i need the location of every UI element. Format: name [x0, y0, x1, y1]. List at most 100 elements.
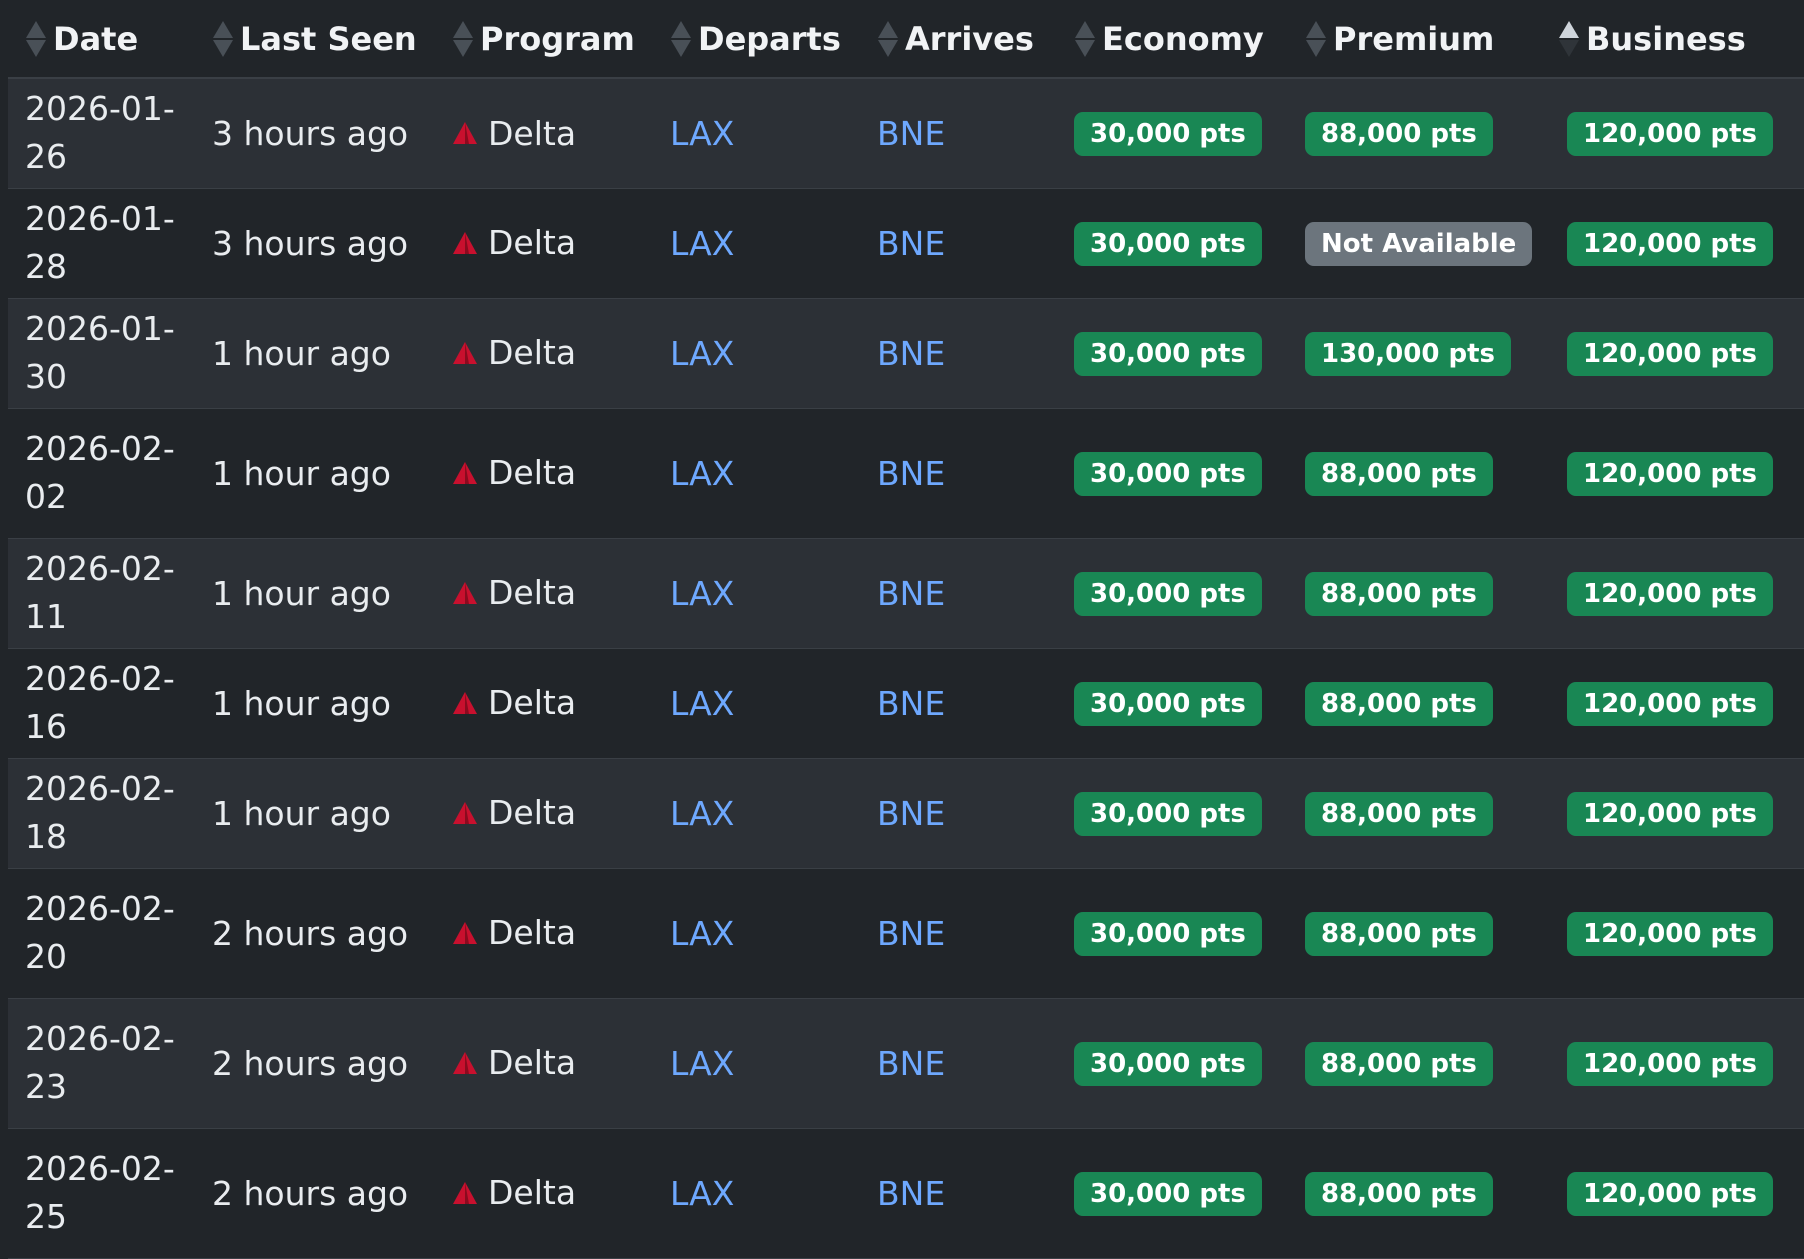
table-row[interactable]: 2026-02-18 1 hour ago Delta LAX BNE 30,000 pt…: [8, 758, 1804, 869]
arrives-link[interactable]: BNE: [877, 794, 945, 833]
departs-link[interactable]: LAX: [670, 1044, 734, 1083]
last-seen-cell: 2 hours ago: [212, 1128, 452, 1259]
program: Delta: [452, 223, 576, 262]
departs-link[interactable]: LAX: [670, 914, 734, 953]
economy-cell: 30,000 pts: [1074, 868, 1305, 999]
arrives-link[interactable]: BNE: [877, 224, 945, 263]
program-cell: Delta: [452, 1128, 670, 1259]
column-header-last-seen[interactable]: Last Seen: [212, 0, 452, 79]
column-header-program[interactable]: Program: [452, 0, 670, 79]
program-cell: Delta: [452, 298, 670, 409]
departs-link[interactable]: LAX: [670, 114, 734, 153]
premium-cell: 88,000 pts: [1305, 648, 1558, 759]
column-header-premium[interactable]: Premium: [1305, 0, 1558, 79]
table-row[interactable]: 2026-02-11 1 hour ago Delta LAX BNE 30,000 pt…: [8, 538, 1804, 649]
sort-icon[interactable]: [670, 19, 692, 59]
last-seen-cell: 1 hour ago: [212, 648, 452, 759]
last-seen-text: 3 hours ago: [212, 223, 409, 263]
program: Delta: [452, 1043, 576, 1082]
arrives-cell: BNE: [877, 78, 1074, 189]
program-cell: Delta: [452, 998, 670, 1129]
date-text: 2026-01-28: [25, 199, 175, 286]
premium-badge: 88,000 pts: [1305, 911, 1493, 956]
premium-cell: 88,000 pts: [1305, 998, 1558, 1129]
date-text: 2026-02-16: [25, 659, 175, 746]
arrives-link[interactable]: BNE: [877, 1174, 945, 1213]
economy-cell: 30,000 pts: [1074, 648, 1305, 759]
table-row[interactable]: 2026-01-30 1 hour ago Delta LAX BNE 30,000 pt…: [8, 298, 1804, 409]
column-header-departs[interactable]: Departs: [670, 0, 877, 79]
column-header-label: Premium: [1333, 20, 1495, 58]
table-row[interactable]: 2026-01-28 3 hours ago Delta LAX BNE 30,000 p…: [8, 188, 1804, 299]
arrives-link[interactable]: BNE: [877, 684, 945, 723]
economy-badge: 30,000 pts: [1074, 791, 1262, 836]
departs-link[interactable]: LAX: [670, 794, 734, 833]
table-row[interactable]: 2026-02-23 2 hours ago Delta LAX BNE 30,000 p…: [8, 998, 1804, 1129]
business-badge: 120,000 pts: [1567, 911, 1773, 956]
table-row[interactable]: 2026-01-26 3 hours ago Delta LAX BNE 30,000 p…: [8, 78, 1804, 189]
departs-link[interactable]: LAX: [670, 454, 734, 493]
sort-icon[interactable]: [1074, 19, 1096, 59]
program: Delta: [452, 573, 576, 612]
date-text: 2026-02-02: [25, 429, 175, 516]
column-header-date[interactable]: Date: [8, 0, 212, 79]
table-row[interactable]: 2026-02-16 1 hour ago Delta LAX BNE 30,000 pt…: [8, 648, 1804, 759]
sort-icon[interactable]: [877, 19, 899, 59]
arrives-link[interactable]: BNE: [877, 114, 945, 153]
delta-logo-icon: [453, 921, 477, 944]
business-cell: 120,000 pts: [1558, 188, 1804, 299]
last-seen-cell: 1 hour ago: [212, 298, 452, 409]
column-header-label: Arrives: [905, 20, 1034, 58]
last-seen-text: 1 hour ago: [212, 333, 391, 373]
departs-link[interactable]: LAX: [670, 224, 734, 263]
availability-table: Date Last Seen Program Departs Arrives Econom…: [8, 0, 1804, 1259]
arrives-link[interactable]: BNE: [877, 914, 945, 953]
table-row[interactable]: 2026-02-25 2 hours ago Delta LAX BNE 30,000 p…: [8, 1128, 1804, 1259]
business-cell: 120,000 pts: [1558, 868, 1804, 999]
date-text: 2026-02-20: [25, 889, 175, 976]
departs-link[interactable]: LAX: [670, 684, 734, 723]
arrives-link[interactable]: BNE: [877, 334, 945, 373]
sort-icon[interactable]: [452, 19, 474, 59]
table-row[interactable]: 2026-02-20 2 hours ago Delta LAX BNE 30,000 p…: [8, 868, 1804, 999]
departs-link[interactable]: LAX: [670, 1174, 734, 1213]
sort-icon[interactable]: [25, 19, 47, 59]
premium-cell: 88,000 pts: [1305, 78, 1558, 189]
sort-icon[interactable]: [1305, 19, 1327, 59]
date-cell: 2026-02-20: [8, 868, 212, 999]
column-header-business[interactable]: Business: [1558, 0, 1804, 79]
arrives-cell: BNE: [877, 648, 1074, 759]
sort-ascending-icon[interactable]: [1558, 19, 1580, 59]
date-cell: 2026-02-23: [8, 998, 212, 1129]
arrives-link[interactable]: BNE: [877, 454, 945, 493]
business-cell: 120,000 pts: [1558, 78, 1804, 189]
program-cell: Delta: [452, 648, 670, 759]
arrives-link[interactable]: BNE: [877, 574, 945, 613]
premium-cell: Not Available: [1305, 188, 1558, 299]
economy-badge: 30,000 pts: [1074, 1041, 1262, 1086]
date-cell: 2026-02-16: [8, 648, 212, 759]
last-seen-text: 2 hours ago: [212, 1173, 409, 1213]
economy-cell: 30,000 pts: [1074, 758, 1305, 869]
program-cell: Delta: [452, 538, 670, 649]
column-header-economy[interactable]: Economy: [1074, 0, 1305, 79]
program-name: Delta: [488, 793, 577, 833]
date-cell: 2026-02-11: [8, 538, 212, 649]
table-body: 2026-01-26 3 hours ago Delta LAX BNE 30,000 p…: [8, 78, 1804, 1259]
column-header-arrives[interactable]: Arrives: [877, 0, 1074, 79]
delta-logo-icon: [453, 122, 477, 144]
departs-cell: LAX: [670, 648, 877, 759]
departs-link[interactable]: LAX: [670, 574, 734, 613]
arrives-link[interactable]: BNE: [877, 1044, 945, 1083]
arrives-cell: BNE: [877, 868, 1074, 999]
sort-icon[interactable]: [212, 19, 234, 59]
business-badge: 120,000 pts: [1567, 111, 1773, 156]
business-cell: 120,000 pts: [1558, 538, 1804, 649]
business-badge: 120,000 pts: [1567, 331, 1773, 376]
column-header-label: Date: [53, 20, 139, 58]
economy-cell: 30,000 pts: [1074, 298, 1305, 409]
delta-logo-icon: [453, 1181, 477, 1204]
departs-link[interactable]: LAX: [670, 334, 734, 373]
table-row[interactable]: 2026-02-02 1 hour ago Delta LAX BNE 30,000 pt…: [8, 408, 1804, 539]
date-cell: 2026-02-18: [8, 758, 212, 869]
